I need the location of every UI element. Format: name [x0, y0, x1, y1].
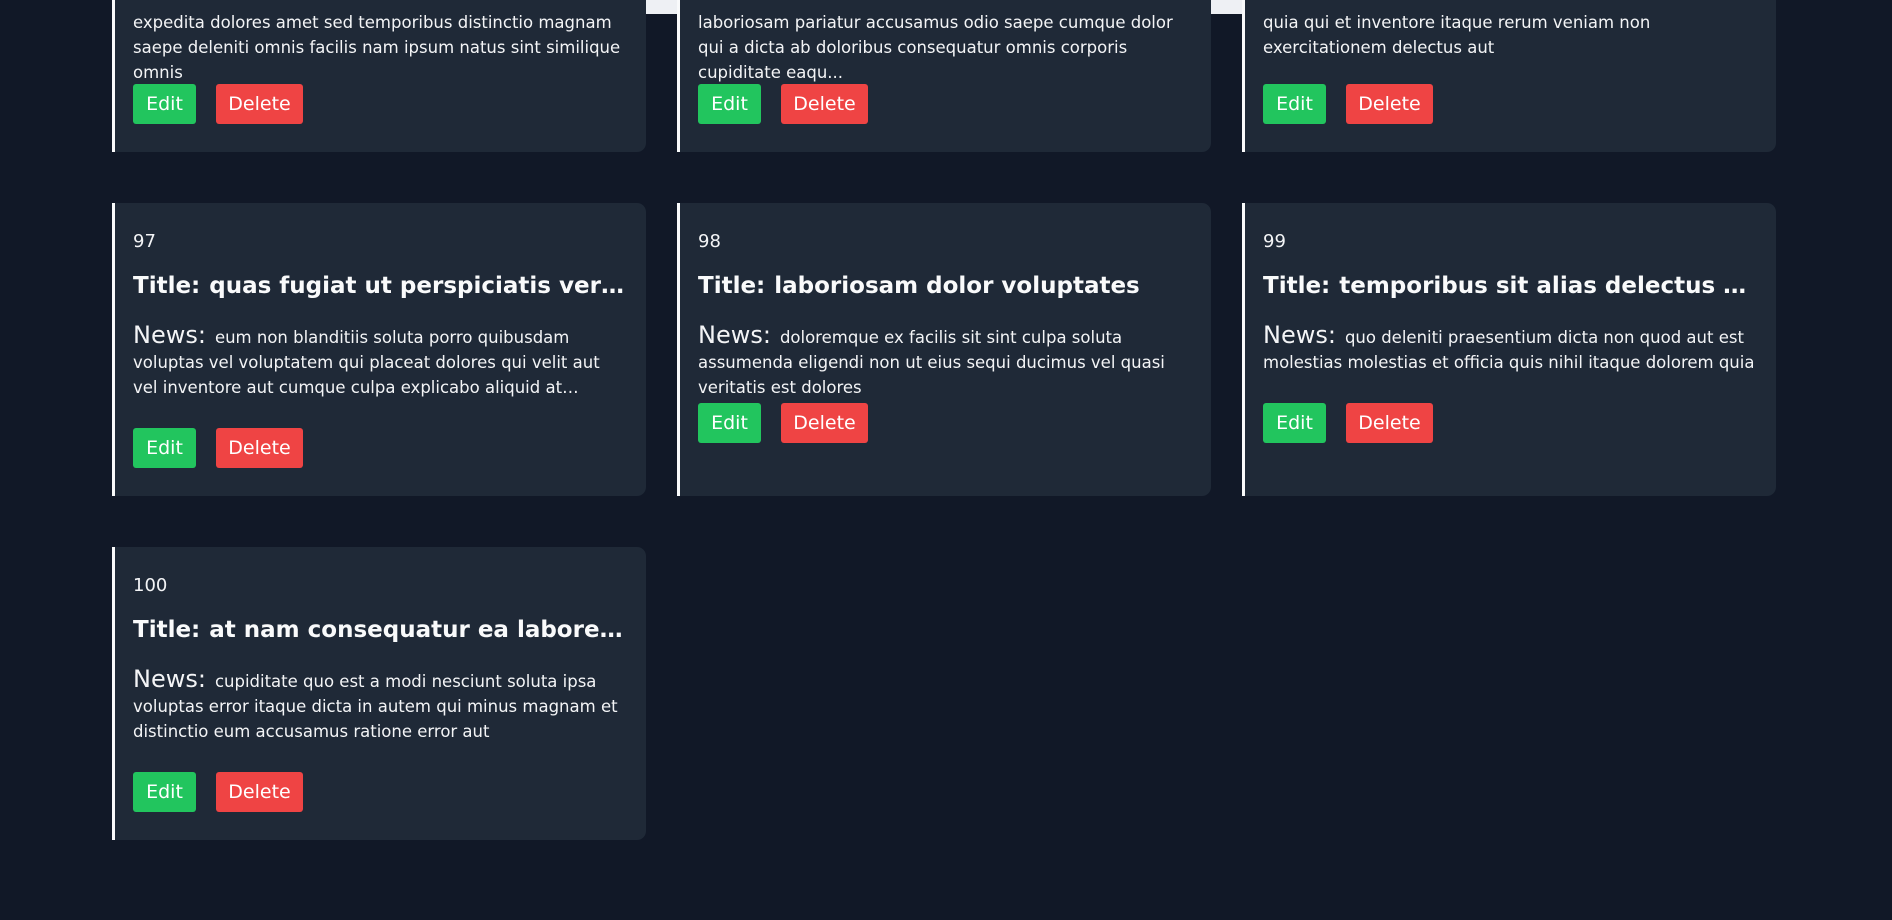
title-text: temporibus sit alias delectus eligendi..…	[1339, 273, 1756, 299]
news-card: quia qui et inventore itaque rerum venia…	[1242, 0, 1776, 152]
news-card: expedita dolores amet sed temporibus dis…	[112, 0, 646, 152]
news-label: News:	[1263, 323, 1336, 349]
card-news: News: cupiditate quo est a modi nesciunt …	[133, 667, 626, 744]
edit-button[interactable]: Edit	[1263, 84, 1326, 124]
edit-button[interactable]: Edit	[1263, 403, 1326, 443]
delete-button[interactable]: Delete	[216, 772, 303, 812]
card-id: 100	[133, 575, 168, 596]
card-actions: Edit Delete	[133, 84, 303, 124]
title-label: Title:	[133, 617, 201, 643]
edit-button[interactable]: Edit	[698, 403, 761, 443]
delete-button[interactable]: Delete	[781, 84, 868, 124]
card-title: Title: temporibus sit alias delectus elig…	[1263, 273, 1756, 299]
delete-button[interactable]: Delete	[1346, 403, 1433, 443]
card-news: News: doloremque ex facilis sit sint culp…	[698, 323, 1191, 400]
card-news-text: laboriosam pariatur accusamus odio saepe…	[698, 13, 1173, 82]
card-news-text: quo deleniti praesentium dicta non quod …	[1263, 328, 1755, 372]
card-actions: Edit Delete	[133, 772, 303, 812]
news-card: 100 Title: at nam consequatur ea labore e…	[112, 547, 646, 840]
delete-button[interactable]: Delete	[216, 84, 303, 124]
edit-button[interactable]: Edit	[133, 84, 196, 124]
card-id: 99	[1263, 231, 1286, 252]
card-news: News: quo deleniti praesentium dicta non …	[1263, 323, 1756, 375]
card-title: Title: laboriosam dolor voluptates	[698, 273, 1191, 299]
delete-button[interactable]: Delete	[216, 428, 303, 468]
card-actions: Edit Delete	[698, 84, 868, 124]
edit-button[interactable]: Edit	[133, 428, 196, 468]
title-label: Title:	[133, 273, 201, 299]
title-text: quas fugiat ut perspiciatis vero...	[209, 273, 626, 299]
card-actions: Edit Delete	[1263, 403, 1433, 443]
card-actions: Edit Delete	[133, 428, 303, 468]
news-card: 97 Title: quas fugiat ut perspiciatis ver…	[112, 203, 646, 496]
delete-button[interactable]: Delete	[1346, 84, 1433, 124]
card-id: 98	[698, 231, 721, 252]
card-actions: Edit Delete	[1263, 84, 1433, 124]
title-text: at nam consequatur ea labore ea...	[209, 617, 626, 643]
title-label: Title:	[698, 273, 766, 299]
news-card: 98 Title: laboriosam dolor voluptates New…	[677, 203, 1211, 496]
card-id: 97	[133, 231, 156, 252]
delete-button[interactable]: Delete	[781, 403, 868, 443]
edit-button[interactable]: Edit	[698, 84, 761, 124]
card-news: News: eum non blanditiis soluta porro qui…	[133, 323, 626, 400]
news-card: 99 Title: temporibus sit alias delectus e…	[1242, 203, 1776, 496]
edit-button[interactable]: Edit	[133, 772, 196, 812]
news-card: laboriosam pariatur accusamus odio saepe…	[677, 0, 1211, 152]
card-title: Title: at nam consequatur ea labore ea...	[133, 617, 626, 643]
news-label: News:	[133, 323, 206, 349]
card-news-text: expedita dolores amet sed temporibus dis…	[133, 13, 621, 82]
card-title: Title: quas fugiat ut perspiciatis vero..…	[133, 273, 626, 299]
card-actions: Edit Delete	[698, 403, 868, 443]
title-text: laboriosam dolor voluptates	[774, 273, 1140, 299]
news-label: News:	[698, 323, 771, 349]
card-news-text: quia qui et inventore itaque rerum venia…	[1263, 13, 1651, 57]
title-label: Title:	[1263, 273, 1331, 299]
news-label: News:	[133, 667, 206, 693]
